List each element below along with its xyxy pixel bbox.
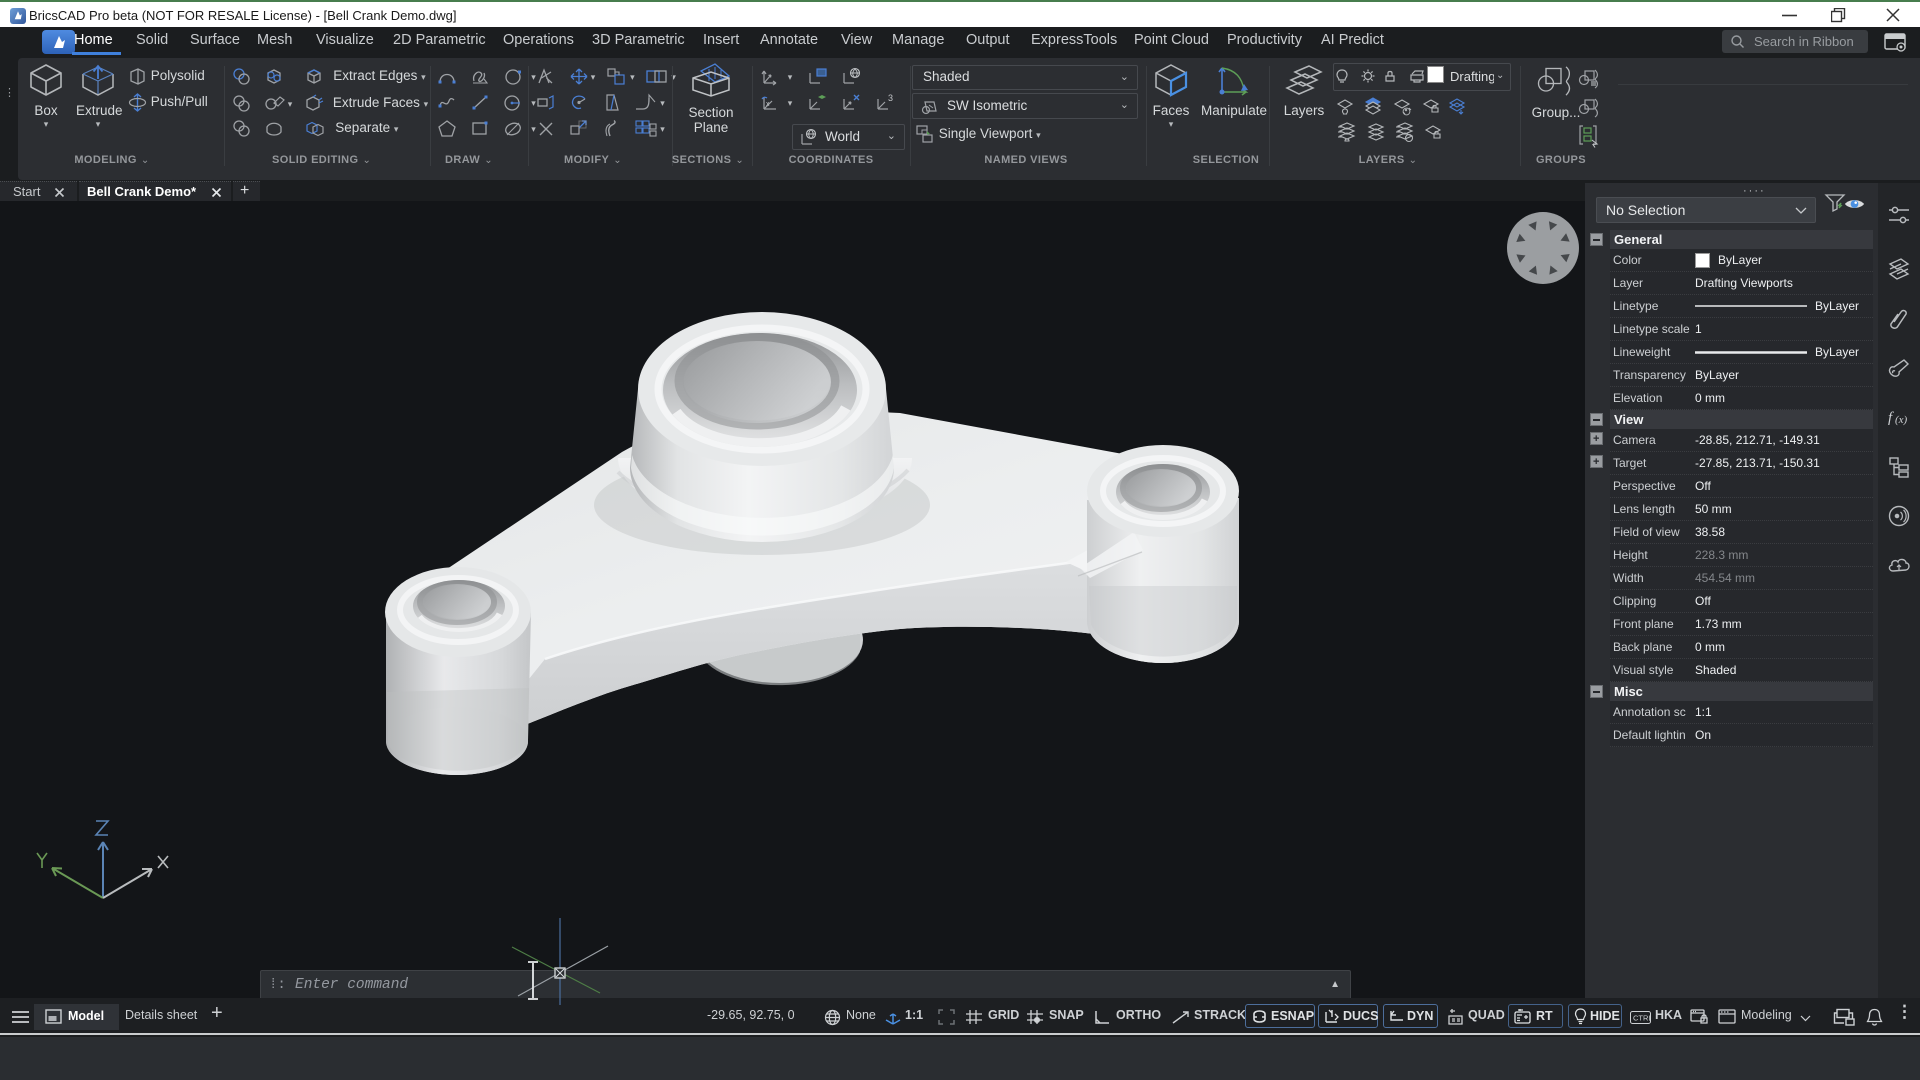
svg-text:f: f	[1888, 410, 1894, 426]
svg-text:CTRL: CTRL	[1633, 1014, 1651, 1023]
svg-text:x: x	[766, 101, 770, 108]
svg-text:(x): (x)	[1895, 414, 1908, 426]
svg-text:3: 3	[888, 93, 893, 103]
